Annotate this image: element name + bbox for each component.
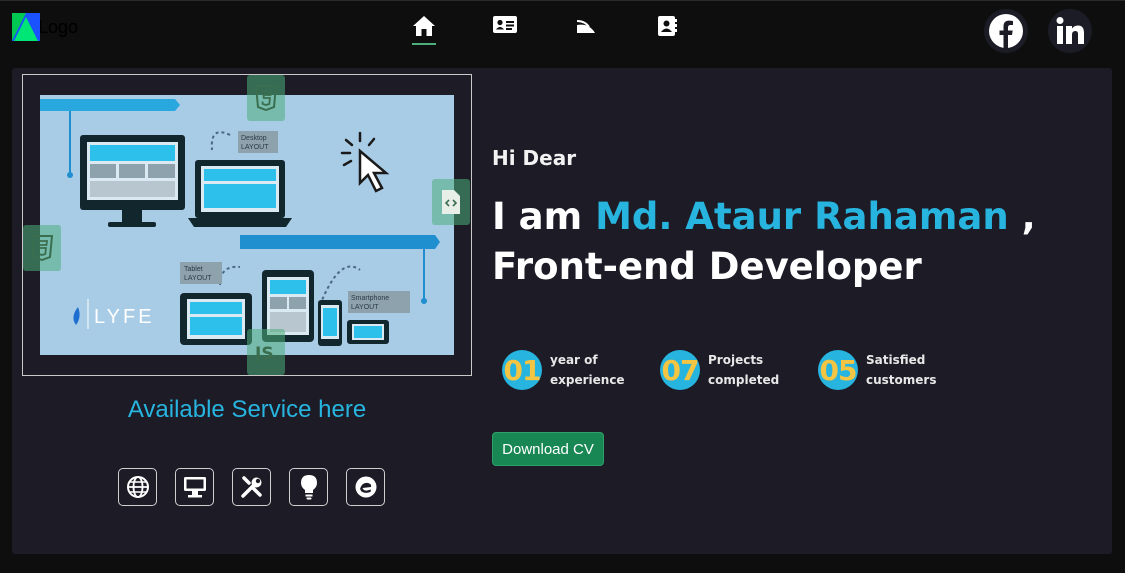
service-web[interactable] [118,468,157,506]
tools-icon [240,476,262,498]
stat-experience: 01 year of experience [502,350,625,390]
linkedin-link[interactable] [1048,9,1092,53]
stat-number: 05 [818,350,858,390]
html5-icon [255,85,277,111]
stat-label-line: completed [708,373,780,387]
stat-label-line: Projects [708,353,764,367]
svg-text:Desktop: Desktop [241,135,267,142]
service-desktop[interactable] [175,468,214,506]
stat-number: 07 [660,350,700,390]
contacts-icon [658,16,677,36]
svg-text:LAYOUT: LAYOUT [184,275,212,282]
stat-label-line: Satisfied [866,353,926,367]
stat-projects: 07 Projects completed [660,350,780,390]
illustration-brand-text: LYFE [94,306,155,328]
svg-text:LAYOUT: LAYOUT [241,144,269,151]
service-ideas[interactable] [289,468,328,506]
stat-label-line: year of [550,353,598,367]
stat-label: Projects completed [708,350,780,390]
profile-card-icon [493,16,517,33]
service-wordpress[interactable] [346,468,385,506]
svg-text:JS: JS [254,344,274,363]
download-cv-button[interactable]: Download CV [492,432,604,466]
wordpress-elementor-icon [355,476,376,498]
stat-customers: 05 Satisfied customers [818,350,936,390]
nav-menu [410,15,734,45]
svg-text:Smartphone: Smartphone [351,295,389,302]
facebook-link[interactable] [984,9,1028,53]
svg-text:LAYOUT: LAYOUT [351,304,379,311]
stat-label-line: experience [550,373,625,387]
service-icons [118,468,403,506]
logo-text: Logo [38,16,79,37]
responsive-design-illustration: Desktop LAYOUT Tablet LAYOUT Smartphone … [40,95,454,355]
nav-blog[interactable] [572,15,600,45]
service-tools[interactable] [232,468,271,506]
linkedin-icon [1056,17,1084,44]
stat-number: 01 [502,350,542,390]
hero-panel: Desktop LAYOUT Tablet LAYOUT Smartphone … [12,68,1112,554]
code-file-badge [432,179,470,225]
headline-prefix: I am [492,195,583,238]
nav-contact[interactable] [653,15,681,45]
lightbulb-icon [300,475,317,500]
globe-icon [126,476,149,498]
js-icon: JS [254,344,274,363]
logo[interactable]: Logo [12,13,78,41]
nav-about[interactable] [491,15,519,45]
svg-text:Tablet: Tablet [184,266,203,273]
nav-home[interactable] [410,15,438,45]
code-file-icon [442,190,460,214]
html5-badge [247,75,285,121]
js-badge: JS [247,329,285,375]
stat-label-line: customers [866,373,937,387]
rss-icon [576,20,595,33]
logo-icon [12,13,40,41]
css3-badge [23,225,61,271]
navbar: Logo [0,0,1125,58]
monitor-icon [183,477,206,498]
headline: I am Md. Ataur Rahaman , Front-end Devel… [492,192,1092,292]
stat-label: Satisfied customers [866,350,936,390]
facebook-icon [989,14,1023,48]
greeting: Hi Dear [492,146,577,170]
service-title: Available Service here [127,396,367,423]
stat-label: year of experience [550,350,625,390]
home-icon [413,16,435,36]
developer-name: Md. Ataur Rahaman [595,195,1009,238]
stats-row: 01 year of experience 07 Projects comple… [502,350,976,390]
css3-icon [31,235,53,261]
